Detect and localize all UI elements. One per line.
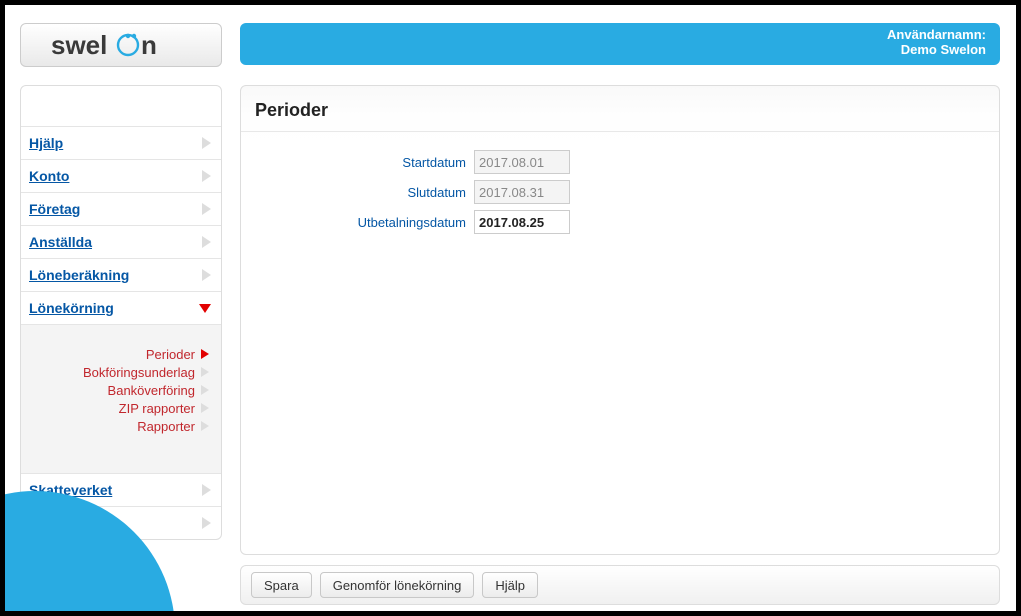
- save-button[interactable]: Spara: [251, 572, 312, 598]
- chevron-down-icon: [199, 304, 211, 313]
- nav-item-label: Hjälp: [29, 135, 63, 151]
- chevron-right-icon: [202, 236, 211, 248]
- chevron-right-icon: [201, 349, 209, 359]
- slutdatum-input[interactable]: [474, 180, 570, 204]
- slutdatum-label: Slutdatum: [241, 185, 474, 200]
- nav-item-loneberakning[interactable]: Löneberäkning: [21, 258, 221, 291]
- nav-item-lonekorning[interactable]: Lönekörning: [21, 291, 221, 324]
- subnav-bokforingsunderlag[interactable]: Bokföringsunderlag: [21, 363, 211, 381]
- nav-item-anstallda[interactable]: Anställda: [21, 225, 221, 258]
- subnav-label: Rapporter: [137, 419, 195, 434]
- nav-item-foretag[interactable]: Företag: [21, 192, 221, 225]
- chevron-right-icon: [202, 170, 211, 182]
- run-button[interactable]: Genomför lönekörning: [320, 572, 475, 598]
- chevron-right-icon: [201, 385, 209, 395]
- main-nav: Hjälp Konto Företag Anställda Löneberäkn…: [20, 85, 222, 540]
- chevron-right-icon: [202, 203, 211, 215]
- nav-item-label: Konto: [29, 168, 69, 184]
- subnav-label: ZIP rapporter: [119, 401, 195, 416]
- svg-text:swel: swel: [51, 30, 107, 60]
- subnav-perioder[interactable]: Perioder: [21, 345, 211, 363]
- startdatum-input[interactable]: [474, 150, 570, 174]
- chevron-right-icon: [202, 137, 211, 149]
- subnav-label: Perioder: [146, 347, 195, 362]
- chevron-right-icon: [202, 269, 211, 281]
- nav-item-konto[interactable]: Konto: [21, 159, 221, 192]
- svg-text:n: n: [141, 30, 157, 60]
- page-title: Perioder: [241, 86, 999, 131]
- nav-item-label: Företag: [29, 201, 80, 217]
- startdatum-label: Startdatum: [241, 155, 474, 170]
- nav-item-label: Löneberäkning: [29, 267, 129, 283]
- nav-item-label: Lönekörning: [29, 300, 114, 316]
- nav-submenu-lonekorning: Perioder Bokföringsunderlag Banköverföri…: [21, 324, 221, 473]
- subnav-zip-rapporter[interactable]: ZIP rapporter: [21, 399, 211, 417]
- brand-logo: swel n: [20, 23, 222, 67]
- nav-spacer: [21, 86, 221, 126]
- subnav-bankoverforing[interactable]: Banköverföring: [21, 381, 211, 399]
- help-button[interactable]: Hjälp: [482, 572, 538, 598]
- username-label: Användarnamn:: [240, 23, 986, 42]
- subnav-rapporter[interactable]: Rapporter: [21, 417, 211, 435]
- chevron-right-icon: [201, 421, 209, 431]
- nav-item-label: Anställda: [29, 234, 92, 250]
- action-bar: Spara Genomför lönekörning Hjälp: [240, 565, 1000, 605]
- username-value: Demo Swelon: [240, 42, 986, 57]
- utbetalningsdatum-label: Utbetalningsdatum: [241, 215, 474, 230]
- subnav-label: Banköverföring: [108, 383, 195, 398]
- chevron-right-icon: [202, 484, 211, 496]
- chevron-right-icon: [202, 517, 211, 529]
- chevron-right-icon: [201, 367, 209, 377]
- main-panel: Perioder Startdatum Slutdatum Utbetalnin…: [240, 85, 1000, 555]
- utbetalningsdatum-input[interactable]: [474, 210, 570, 234]
- subnav-label: Bokföringsunderlag: [83, 365, 195, 380]
- user-header: Användarnamn: Demo Swelon: [240, 23, 1000, 65]
- nav-item-hjalp[interactable]: Hjälp: [21, 126, 221, 159]
- chevron-right-icon: [201, 403, 209, 413]
